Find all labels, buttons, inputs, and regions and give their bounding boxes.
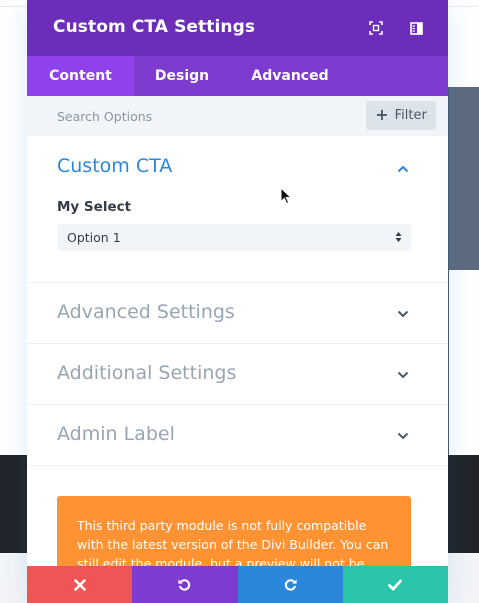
close-icon <box>73 578 86 591</box>
undo-button[interactable] <box>132 566 238 603</box>
mouse-cursor-icon <box>280 187 292 205</box>
chevron-down-icon <box>397 371 409 379</box>
filter-button[interactable]: + Filter <box>366 101 436 130</box>
section-additional-settings[interactable]: Additional Settings <box>27 344 448 405</box>
tab-bar: Content Design Advanced <box>27 56 448 96</box>
expand-icon[interactable] <box>367 19 385 37</box>
filter-label: Filter <box>394 108 427 123</box>
section-admin-label[interactable]: Admin Label <box>27 405 448 466</box>
modal-header[interactable]: Custom CTA Settings <box>27 0 448 56</box>
tab-advanced[interactable]: Advanced <box>230 56 350 96</box>
modal-title: Custom CTA Settings <box>53 17 256 37</box>
action-bar <box>27 566 448 603</box>
tab-design[interactable]: Design <box>134 56 230 96</box>
discard-button[interactable] <box>27 566 133 603</box>
section-title-additional-settings: Additional Settings <box>57 362 237 384</box>
redo-icon <box>284 579 297 591</box>
settings-modal: Custom CTA Settings Content Design Advan… <box>27 0 448 603</box>
sidebar-toggle-icon[interactable] <box>407 19 425 37</box>
save-button[interactable] <box>342 566 448 603</box>
page-background-block <box>447 87 479 270</box>
chevron-down-icon <box>397 432 409 440</box>
section-title-admin-label: Admin Label <box>57 423 175 445</box>
search-input[interactable] <box>57 107 357 125</box>
chevron-down-icon <box>397 310 409 318</box>
redo-button[interactable] <box>237 566 343 603</box>
tab-content[interactable]: Content <box>27 56 134 96</box>
my-select-dropdown[interactable]: Option 1 <box>57 224 411 251</box>
check-icon <box>388 579 403 590</box>
section-title-advanced-settings: Advanced Settings <box>57 301 235 323</box>
chevron-up-icon[interactable] <box>397 165 409 173</box>
undo-icon <box>178 579 191 591</box>
plus-icon: + <box>375 105 389 124</box>
select-value: Option 1 <box>67 230 121 245</box>
select-arrows-icon <box>395 232 402 242</box>
field-label-my-select: My Select <box>57 199 132 215</box>
section-title-custom-cta[interactable]: Custom CTA <box>57 155 172 177</box>
section-advanced-settings[interactable]: Advanced Settings <box>27 283 448 344</box>
search-bar: + Filter <box>27 96 448 136</box>
